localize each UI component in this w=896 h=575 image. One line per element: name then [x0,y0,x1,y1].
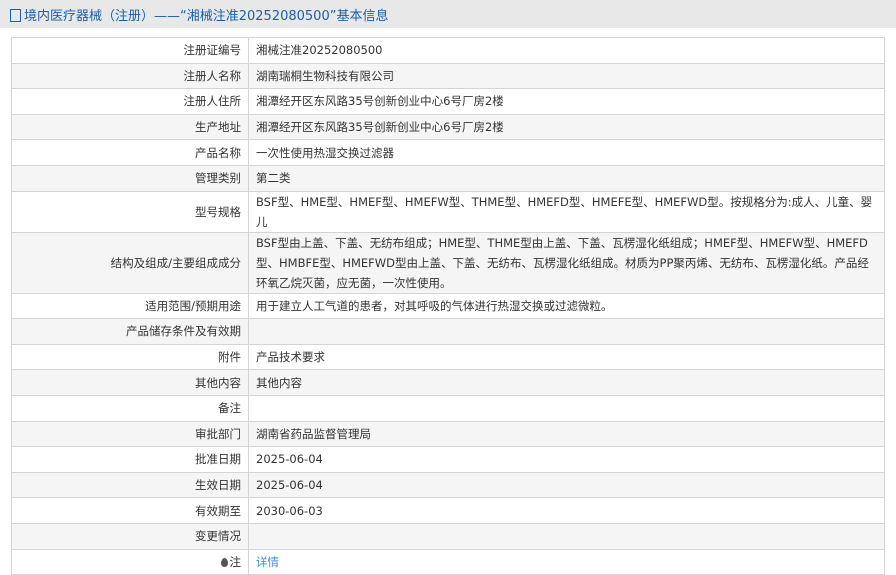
field-value: 2025-06-04 [248,471,885,499]
field-label: 结构及组成/主要组成成分 [11,231,249,294]
table-row: 注册人名称 湖南瑞桐生物科技有限公司 [11,62,885,90]
field-value [248,318,885,345]
field-label: 注册人住所 [11,88,249,115]
table-row: 注详情 [11,548,885,575]
field-value: 用于建立人工气道的患者，对其呼吸的气体进行热湿交换或过滤微粒。 [248,292,885,320]
table-row: 结构及组成/主要组成成分 BSF型由上盖、下盖、无纺布组成；HME型、THME型由… [11,231,885,294]
table-row: 型号规格 BSF型、HME型、HMEF型、HMEFW型、THME型、HMEFD型、… [11,190,885,233]
field-label: 审批部门 [11,420,249,448]
field-label: 注册证编号 [11,37,249,64]
field-value: 湘械注准20252080500 [248,37,885,64]
field-value: 其他内容 [248,369,885,396]
table-row: 其他内容 其他内容 [11,369,885,396]
field-value: 湘潭经开区东风路35号创新创业中心6号厂房2楼 [248,88,885,115]
field-label: 其他内容 [11,369,249,396]
field-label: 管理类别 [11,164,249,192]
field-label: 注 [11,548,249,575]
field-label: 备注 [11,394,249,422]
field-label: 生效日期 [11,471,249,499]
table-row: 产品储存条件及有效期 [11,318,885,345]
table-row: 备注 [11,394,885,422]
field-label: 附件 [11,343,249,371]
table-row: 生产地址 湘潭经开区东风路35号创新创业中心6号厂房2楼 [11,113,885,141]
field-label: 产品储存条件及有效期 [11,318,249,345]
table-row: 注册人住所 湘潭经开区东风路35号创新创业中心6号厂房2楼 [11,88,885,115]
table-row: 批准日期 2025-06-04 [11,446,885,473]
field-label: 适用范围/预期用途 [11,292,249,320]
field-value: 第二类 [248,164,885,192]
table-row: 产品名称 一次性使用热湿交换过滤器 [11,139,885,166]
field-value: 2030-06-03 [248,497,885,524]
pin-icon [220,557,228,567]
field-label: 注册人名称 [11,62,249,90]
field-label: 生产地址 [11,113,249,141]
page-header: 境内医疗器械（注册）——“湘械注准20252080500”基本信息 [0,0,896,28]
document-icon [10,8,21,22]
field-label: 批准日期 [11,446,249,473]
field-value: 湖南省药品监督管理局 [248,420,885,448]
table-row: 审批部门 湖南省药品监督管理局 [11,420,885,448]
field-value: 2025-06-04 [248,446,885,473]
info-table: 注册证编号 湘械注准20252080500 注册人名称 湖南瑞桐生物科技有限公司 注册人… [11,37,885,575]
field-value: 一次性使用热湿交换过滤器 [248,139,885,166]
field-value: BSF型由上盖、下盖、无纺布组成；HME型、THME型由上盖、下盖、瓦楞湿化纸组… [248,231,885,294]
table-row: 附件 产品技术要求 [11,343,885,371]
details-link[interactable]: 详情 [256,555,279,569]
field-value [248,394,885,422]
page-title: 境内医疗器械（注册）——“湘械注准20252080500”基本信息 [24,8,389,24]
table-row: 管理类别 第二类 [11,164,885,192]
table-row: 变更情况 [11,522,885,550]
table-row: 适用范围/预期用途 用于建立人工气道的患者，对其呼吸的气体进行热湿交换或过滤微粒。 [11,292,885,320]
table-row: 注册证编号 湘械注准20252080500 [11,37,885,64]
field-value: 详情 [248,548,885,575]
field-value [248,522,885,550]
field-value: 湖南瑞桐生物科技有限公司 [248,62,885,90]
field-value: BSF型、HME型、HMEF型、HMEFW型、THME型、HMEFD型、HMEF… [248,190,885,233]
note-label: 注 [229,554,242,569]
field-value: 湘潭经开区东风路35号创新创业中心6号厂房2楼 [248,113,885,141]
field-label: 产品名称 [11,139,249,166]
field-label: 有效期至 [11,497,249,524]
field-label: 变更情况 [11,522,249,550]
table-row: 生效日期 2025-06-04 [11,471,885,499]
table-row: 有效期至 2030-06-03 [11,497,885,524]
field-label: 型号规格 [11,190,249,233]
field-value: 产品技术要求 [248,343,885,371]
